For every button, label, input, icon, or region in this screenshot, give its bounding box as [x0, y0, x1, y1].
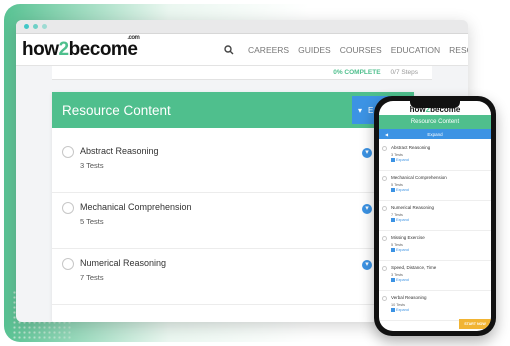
phone-lesson-expand[interactable]: Expand — [391, 188, 409, 192]
logo-text-two: 2 — [58, 38, 70, 60]
chevron-down-icon[interactable]: ▾ — [362, 204, 372, 214]
divider — [52, 248, 414, 249]
phone-lesson-item[interactable]: Speed, Distance, Time 3 Tests Expand — [379, 261, 491, 291]
completion-circle-icon — [382, 146, 387, 151]
phone-mockup: how2become Resource Content ◀ Expand Abs… — [374, 96, 496, 336]
site-navbar: how2become .com CAREERS GUIDES COURSES E… — [16, 34, 468, 66]
phone-expand-text: Expand — [396, 248, 409, 252]
plus-square-icon — [391, 188, 395, 192]
phone-expand-text: Expand — [396, 278, 409, 282]
lesson-name: Mechanical Comprehension — [80, 202, 192, 212]
plus-square-icon — [391, 278, 395, 282]
phone-lesson-name: Speed, Distance, Time — [391, 265, 437, 270]
course-progress-strip: 0% COMPLETE 0/7 Steps — [52, 66, 432, 80]
phone-lesson-item[interactable]: Verbal Reasoning 10 Tests Expand — [379, 291, 491, 321]
progress-percent: 0% COMPLETE — [333, 69, 381, 76]
chevron-down-icon[interactable]: ▾ — [362, 148, 372, 158]
logo-text-how: how — [22, 38, 59, 60]
completion-circle-icon — [382, 296, 387, 301]
window-dot-icon[interactable] — [33, 24, 38, 29]
chevron-down-icon: ▾ — [358, 105, 363, 115]
site-logo[interactable]: how2become .com — [22, 35, 140, 61]
phone-lesson-name: Mechanical Comprehension — [391, 175, 447, 180]
phone-lesson-count: 5 Tests — [391, 243, 403, 247]
plus-square-icon — [391, 158, 395, 162]
phone-expand-label: Expand — [427, 131, 443, 137]
completion-circle-icon — [382, 206, 387, 211]
lesson-test-count: 5 Tests — [80, 217, 104, 226]
phone-expand-text: Expand — [396, 308, 409, 312]
window-dot-icon[interactable] — [24, 24, 29, 29]
chevron-left-icon: ◀ — [385, 131, 389, 137]
expand-all-label: E — [368, 105, 374, 115]
progress-steps: 0/7 Steps — [390, 69, 418, 76]
completion-circle-icon — [62, 146, 74, 158]
phone-lesson-item[interactable]: Abstract Reasoning 3 Tests Expand — [379, 141, 491, 171]
phone-lesson-expand[interactable]: Expand — [391, 248, 409, 252]
phone-screen: how2become Resource Content ◀ Expand Abs… — [379, 101, 491, 331]
lesson-name: Abstract Reasoning — [80, 146, 159, 156]
nav-item-careers[interactable]: CAREERS — [248, 45, 289, 55]
phone-lesson-count: 5 Tests — [391, 183, 403, 187]
browser-titlebar — [16, 20, 468, 34]
plus-square-icon — [391, 218, 395, 222]
lesson-item-numerical-reasoning[interactable]: Numerical Reasoning 7 Tests ▾ — [62, 256, 402, 292]
logo-suffix: .com — [127, 34, 140, 41]
panel-header: Resource Content ▾ E — [52, 92, 414, 128]
phone-start-button[interactable]: START NOW — [459, 319, 491, 329]
phone-lesson-name: Numerical Reasoning — [391, 205, 435, 210]
completion-circle-icon — [382, 266, 387, 271]
phone-expand-text: Expand — [396, 158, 409, 162]
phone-lesson-item[interactable]: Missing Exercise 5 Tests Expand — [379, 231, 491, 261]
resource-content-panel: Resource Content ▾ E Abstract Reasoning … — [52, 92, 414, 322]
phone-expand-text: Expand — [396, 188, 409, 192]
phone-lesson-expand[interactable]: Expand — [391, 308, 409, 312]
nav-item-resources[interactable]: RESOURCES — [449, 45, 468, 55]
phone-notch — [410, 101, 460, 108]
phone-lesson-expand[interactable]: Expand — [391, 218, 409, 222]
phone-expand-text: Expand — [396, 218, 409, 222]
phone-lesson-count: 10 Tests — [391, 303, 406, 307]
chevron-down-icon[interactable]: ▾ — [362, 260, 372, 270]
phone-lesson-name: Verbal Reasoning — [391, 295, 427, 300]
lesson-item-abstract-reasoning[interactable]: Abstract Reasoning 3 Tests ▾ — [62, 144, 402, 180]
lesson-test-count: 3 Tests — [80, 161, 104, 170]
nav-item-courses[interactable]: COURSES — [340, 45, 382, 55]
phone-panel-header: Resource Content — [379, 115, 491, 129]
completion-circle-icon — [382, 176, 387, 181]
completion-circle-icon — [62, 202, 74, 214]
phone-lesson-item[interactable]: Mechanical Comprehension 5 Tests Expand — [379, 171, 491, 201]
plus-square-icon — [391, 248, 395, 252]
nav-item-guides[interactable]: GUIDES — [298, 45, 331, 55]
divider — [52, 192, 414, 193]
logo-text-become: become — [68, 38, 138, 60]
nav-item-education[interactable]: EDUCATION — [391, 45, 440, 55]
phone-lesson-count: 3 Tests — [391, 273, 403, 277]
completion-circle-icon — [62, 258, 74, 270]
lesson-test-count: 7 Tests — [80, 273, 104, 282]
search-icon[interactable] — [224, 45, 234, 55]
nav-menu: CAREERS GUIDES COURSES EDUCATION RESOURC… — [248, 45, 468, 55]
phone-lesson-expand[interactable]: Expand — [391, 158, 409, 162]
completion-circle-icon — [382, 236, 387, 241]
phone-lesson-name: Missing Exercise — [391, 235, 425, 240]
panel-title: Resource Content — [62, 102, 171, 118]
phone-expand-bar[interactable]: ◀ Expand — [379, 129, 491, 139]
lesson-name: Numerical Reasoning — [80, 258, 167, 268]
phone-lesson-expand[interactable]: Expand — [391, 278, 409, 282]
plus-square-icon — [391, 308, 395, 312]
phone-lesson-item[interactable]: Numerical Reasoning 7 Tests Expand — [379, 201, 491, 231]
lesson-item-mechanical-comprehension[interactable]: Mechanical Comprehension 5 Tests ▾ — [62, 200, 402, 236]
window-dot-icon[interactable] — [42, 24, 47, 29]
phone-lesson-name: Abstract Reasoning — [391, 145, 431, 150]
phone-lesson-count: 3 Tests — [391, 153, 403, 157]
divider — [52, 304, 414, 305]
phone-lesson-count: 7 Tests — [391, 213, 403, 217]
